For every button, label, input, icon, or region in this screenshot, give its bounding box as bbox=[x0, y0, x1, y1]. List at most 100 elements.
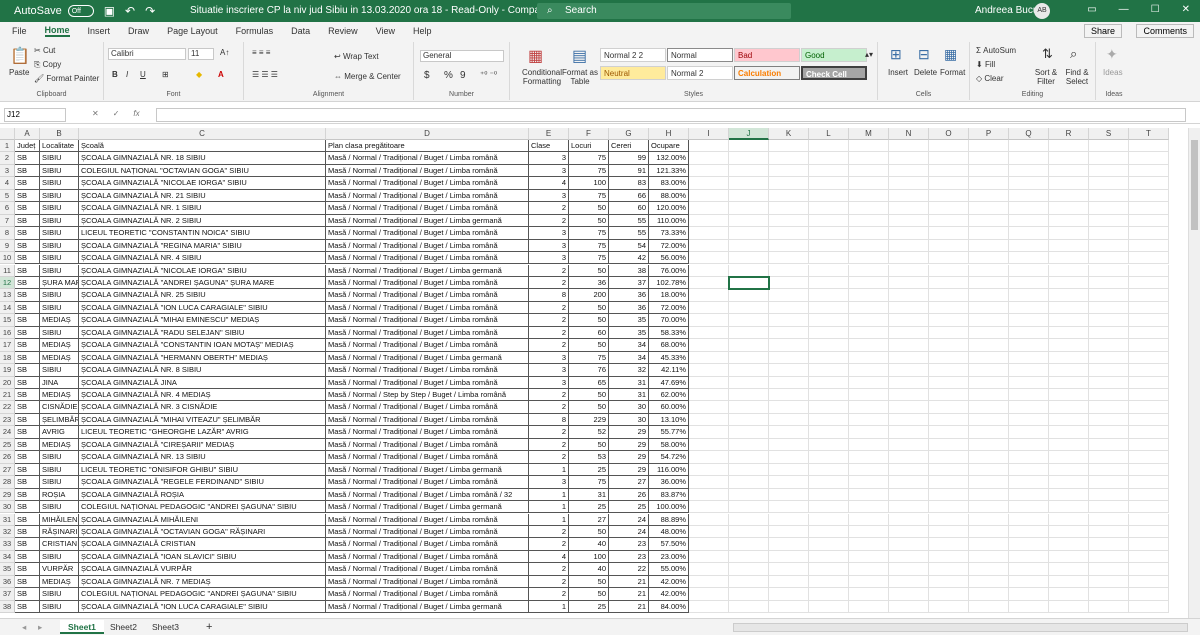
row-header-12[interactable]: 12 bbox=[0, 276, 15, 290]
cell-s9[interactable] bbox=[1089, 239, 1129, 253]
cell-r30[interactable] bbox=[1049, 501, 1089, 514]
cell-h38[interactable]: 84.00% bbox=[649, 600, 689, 614]
cell-l20[interactable] bbox=[809, 376, 849, 389]
cell-t10[interactable] bbox=[1129, 252, 1169, 265]
cell-r26[interactable] bbox=[1049, 451, 1089, 464]
cell-j4[interactable] bbox=[729, 177, 769, 190]
cell-s1[interactable] bbox=[1089, 140, 1129, 153]
cell-j7[interactable] bbox=[729, 214, 769, 228]
minimize-icon[interactable]: — bbox=[1119, 4, 1129, 15]
cell-p33[interactable] bbox=[969, 538, 1009, 551]
cell-i21[interactable] bbox=[689, 389, 729, 402]
cell-n23[interactable] bbox=[889, 413, 929, 427]
cell-j23[interactable] bbox=[729, 413, 769, 427]
cell-a32[interactable]: SB bbox=[15, 525, 40, 539]
cell-j29[interactable] bbox=[729, 488, 769, 502]
cell-h25[interactable]: 58.00% bbox=[649, 438, 689, 452]
cell-q31[interactable] bbox=[1009, 513, 1049, 526]
cell-i18[interactable] bbox=[689, 351, 729, 365]
style-calculation[interactable]: Calculation bbox=[734, 66, 800, 80]
cell-g10[interactable]: 42 bbox=[609, 252, 649, 265]
row-header-18[interactable]: 18 bbox=[0, 351, 15, 365]
cell-k14[interactable] bbox=[769, 301, 809, 315]
cell-n19[interactable] bbox=[889, 364, 929, 377]
cell-r36[interactable] bbox=[1049, 575, 1089, 589]
fill-color-icon[interactable]: ◆ bbox=[196, 70, 202, 79]
cell-d28[interactable]: Masă / Normal / Tradițional / Buget / Li… bbox=[326, 476, 529, 489]
cell-g32[interactable]: 24 bbox=[609, 525, 649, 539]
cell-f3[interactable]: 75 bbox=[569, 164, 609, 178]
find-select-button[interactable]: Find & Select bbox=[1062, 68, 1092, 86]
cell-k10[interactable] bbox=[769, 252, 809, 265]
cell-e33[interactable]: 2 bbox=[529, 538, 569, 551]
cell-j36[interactable] bbox=[729, 575, 769, 589]
cell-j21[interactable] bbox=[729, 389, 769, 402]
sort-filter-button[interactable]: Sort & Filter bbox=[1032, 68, 1060, 86]
cell-d18[interactable]: Masă / Normal / Tradițional / Buget / Li… bbox=[326, 351, 529, 365]
cell-i28[interactable] bbox=[689, 476, 729, 489]
cell-o25[interactable] bbox=[929, 438, 969, 452]
cell-f4[interactable]: 100 bbox=[569, 177, 609, 190]
cell-a6[interactable]: SB bbox=[15, 202, 40, 215]
row-header-19[interactable]: 19 bbox=[0, 364, 15, 377]
cell-f33[interactable]: 40 bbox=[569, 538, 609, 551]
row-header-28[interactable]: 28 bbox=[0, 476, 15, 489]
cell-a28[interactable]: SB bbox=[15, 476, 40, 489]
cell-m28[interactable] bbox=[849, 476, 889, 489]
copy-button[interactable]: ⎘ Copy bbox=[34, 60, 61, 70]
cell-k22[interactable] bbox=[769, 401, 809, 414]
cell-k13[interactable] bbox=[769, 289, 809, 302]
cell-f14[interactable]: 50 bbox=[569, 301, 609, 315]
cell-e4[interactable]: 4 bbox=[529, 177, 569, 190]
cell-n27[interactable] bbox=[889, 463, 929, 477]
cell-i32[interactable] bbox=[689, 525, 729, 539]
cell-p28[interactable] bbox=[969, 476, 1009, 489]
cell-r28[interactable] bbox=[1049, 476, 1089, 489]
cell-t1[interactable] bbox=[1129, 140, 1169, 153]
row-header-2[interactable]: 2 bbox=[0, 152, 15, 165]
cell-p32[interactable] bbox=[969, 525, 1009, 539]
cell-b14[interactable]: SIBIU bbox=[40, 301, 79, 315]
cell-t36[interactable] bbox=[1129, 575, 1169, 589]
cell-n16[interactable] bbox=[889, 326, 929, 340]
row-header-16[interactable]: 16 bbox=[0, 326, 15, 340]
cell-q2[interactable] bbox=[1009, 152, 1049, 165]
cell-n14[interactable] bbox=[889, 301, 929, 315]
cell-b21[interactable]: MEDIAȘ bbox=[40, 389, 79, 402]
cell-j27[interactable] bbox=[729, 463, 769, 477]
cell-p19[interactable] bbox=[969, 364, 1009, 377]
wrap-text-button[interactable]: ↩ Wrap Text bbox=[334, 52, 379, 61]
cell-n8[interactable] bbox=[889, 227, 929, 240]
search-box[interactable]: ⌕ Search bbox=[537, 3, 791, 19]
cell-f29[interactable]: 31 bbox=[569, 488, 609, 502]
cell-a27[interactable]: SB bbox=[15, 463, 40, 477]
row-header-17[interactable]: 17 bbox=[0, 339, 15, 352]
cell-f35[interactable]: 40 bbox=[569, 563, 609, 576]
cell-b8[interactable]: SIBIU bbox=[40, 227, 79, 240]
cell-b24[interactable]: AVRIG bbox=[40, 426, 79, 439]
cell-f6[interactable]: 50 bbox=[569, 202, 609, 215]
cell-l28[interactable] bbox=[809, 476, 849, 489]
cell-j37[interactable] bbox=[729, 588, 769, 601]
cell-s22[interactable] bbox=[1089, 401, 1129, 414]
borders-icon[interactable]: ⊞ bbox=[162, 70, 169, 79]
cell-n22[interactable] bbox=[889, 401, 929, 414]
cell-c11[interactable]: ȘCOALA GIMNAZIALĂ "NICOLAE IORGA" SIBIU bbox=[79, 264, 326, 277]
cell-t12[interactable] bbox=[1129, 276, 1169, 290]
cell-i12[interactable] bbox=[689, 276, 729, 290]
cell-h22[interactable]: 60.00% bbox=[649, 401, 689, 414]
cell-r23[interactable] bbox=[1049, 413, 1089, 427]
cell-i17[interactable] bbox=[689, 339, 729, 352]
tab-file[interactable]: File bbox=[12, 26, 27, 36]
cell-f1[interactable]: Locuri bbox=[569, 140, 609, 153]
cell-l25[interactable] bbox=[809, 438, 849, 452]
cell-n33[interactable] bbox=[889, 538, 929, 551]
cell-o34[interactable] bbox=[929, 550, 969, 564]
cell-k4[interactable] bbox=[769, 177, 809, 190]
cell-s8[interactable] bbox=[1089, 227, 1129, 240]
delete-cells-icon[interactable]: ⊟ bbox=[918, 46, 930, 63]
cell-i9[interactable] bbox=[689, 239, 729, 253]
cell-b27[interactable]: SIBIU bbox=[40, 463, 79, 477]
cell-g2[interactable]: 99 bbox=[609, 152, 649, 165]
cell-k24[interactable] bbox=[769, 426, 809, 439]
